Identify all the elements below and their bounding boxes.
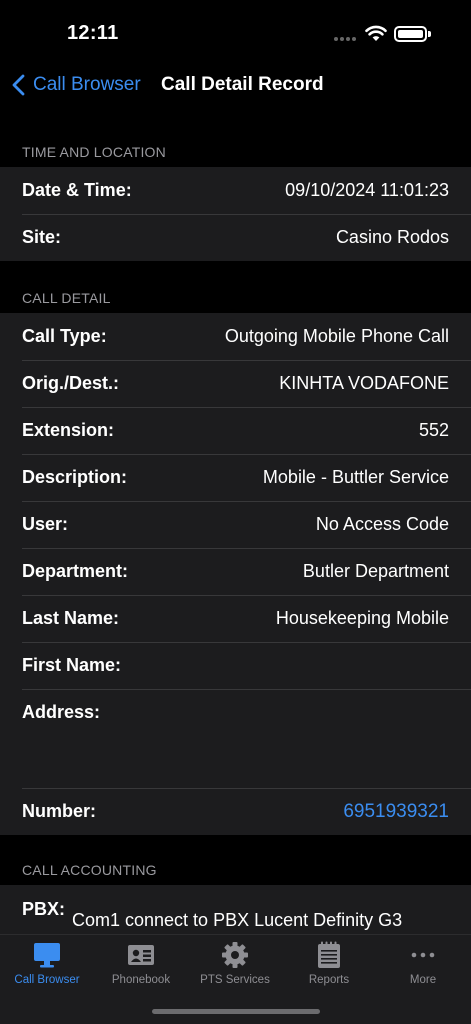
battery-icon [394, 26, 427, 42]
row-label: Extension: [22, 420, 115, 440]
detail-row-first-name: First Name: [0, 642, 471, 689]
row-value: Housekeeping Mobile [275, 608, 449, 628]
row-label: First Name: [22, 655, 122, 675]
row-label: Date & Time: [22, 180, 132, 200]
row-value: Butler Department [302, 561, 449, 581]
row-value: Mobile - Buttler Service [262, 467, 449, 487]
tab-label: PTS Services [200, 974, 270, 986]
section-header-time-location: TIME AND LOCATION [22, 144, 166, 160]
section-header-call-detail: CALL DETAIL [22, 290, 111, 306]
ellipsis-icon [411, 952, 435, 958]
row-label: Address: [22, 702, 101, 722]
tab-label: Phonebook [111, 974, 171, 986]
wifi-icon [365, 25, 387, 41]
status-time: 12:11 [67, 22, 119, 44]
row-value: 09/10/2024 11:01:23 [285, 180, 449, 200]
row-label: Call Type: [22, 326, 107, 346]
tab-phonebook[interactable]: Phonebook [94, 935, 188, 993]
back-button-label: Call Browser [33, 74, 141, 95]
detail-row-orig-dest: Orig./Dest.: KINHTA VODAFONE [0, 360, 471, 407]
phone-number-link[interactable]: 6951939321 [343, 801, 449, 823]
notepad-icon [318, 941, 340, 968]
row-label: Description: [22, 467, 128, 487]
gear-icon [222, 942, 248, 968]
contact-card-icon [128, 945, 154, 965]
row-label: Site: [22, 227, 62, 247]
detail-row-department: Department: Butler Department [0, 548, 471, 595]
row-label: Number: [22, 801, 97, 821]
row-label: User: [22, 514, 69, 534]
navigation-bar: Call Browser Call Detail Record [0, 58, 471, 112]
row-value: Outgoing Mobile Phone Call [224, 326, 449, 346]
detail-row-extension: Extension: 552 [0, 407, 471, 454]
tab-label: Call Browser [14, 974, 80, 986]
home-indicator[interactable] [152, 1009, 320, 1014]
row-label: Last Name: [22, 608, 120, 628]
detail-row-site: Site: Casino Rodos [0, 214, 471, 261]
tab-label: More [409, 974, 437, 986]
tab-label: Reports [308, 974, 350, 986]
detail-row-date-time: Date & Time: 09/10/2024 11:01:23 [0, 167, 471, 214]
row-label: Department: [22, 561, 129, 581]
back-button[interactable]: Call Browser [12, 70, 141, 100]
row-value: Casino Rodos [335, 227, 449, 247]
detail-row-number[interactable]: Number: 6951939321 [0, 788, 471, 835]
detail-row-last-name: Last Name: Housekeeping Mobile [0, 595, 471, 642]
detail-row-address: Address: [0, 689, 471, 788]
call-detail-group: Call Type: Outgoing Mobile Phone Call Or… [0, 313, 471, 835]
section-header-call-accounting: CALL ACCOUNTING [22, 862, 157, 878]
detail-row-description: Description: Mobile - Buttler Service [0, 454, 471, 501]
page-title: Call Detail Record [161, 74, 324, 95]
time-location-group: Date & Time: 09/10/2024 11:01:23 Site: C… [0, 167, 471, 261]
tab-pts-services[interactable]: PTS Services [188, 935, 282, 993]
chevron-left-icon [12, 74, 25, 96]
row-value: KINHTA VODAFONE [279, 373, 449, 393]
detail-row-call-type: Call Type: Outgoing Mobile Phone Call [0, 313, 471, 360]
tab-more[interactable]: More [376, 935, 470, 993]
row-label: Orig./Dest.: [22, 373, 120, 393]
row-value: No Access Code [315, 514, 449, 534]
tab-reports[interactable]: Reports [282, 935, 376, 993]
cellular-signal-icon [334, 37, 358, 43]
monitor-icon [34, 943, 60, 968]
tab-call-browser[interactable]: Call Browser [0, 935, 94, 993]
detail-row-user: User: No Access Code [0, 501, 471, 548]
row-value: 552 [418, 420, 449, 440]
row-label: PBX: [22, 899, 66, 919]
